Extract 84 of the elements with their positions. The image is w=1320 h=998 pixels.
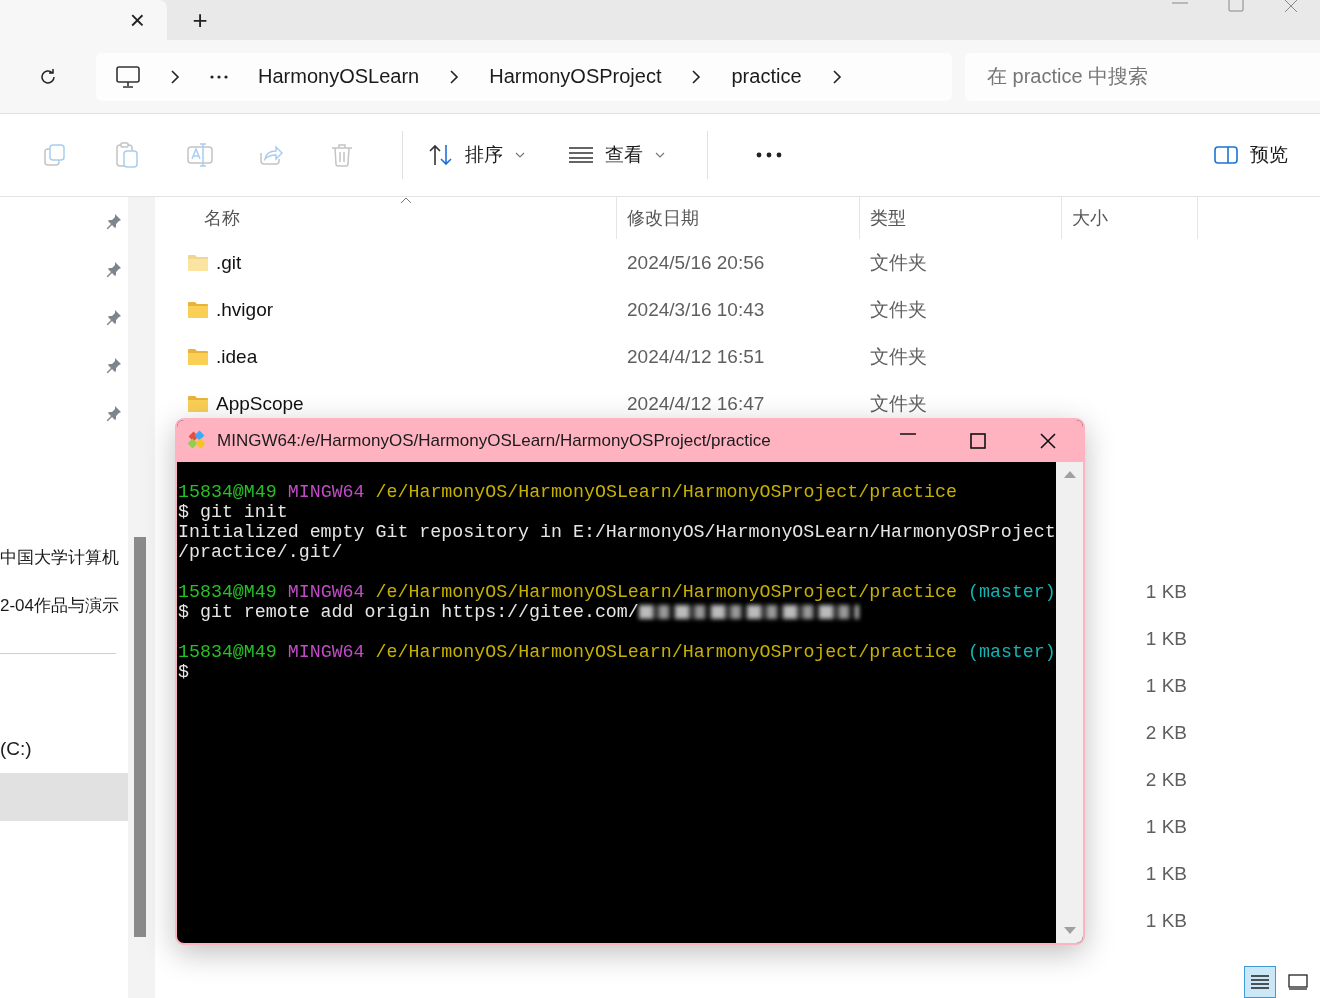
- more-icon[interactable]: [210, 74, 228, 79]
- maximize-icon[interactable]: [970, 433, 986, 449]
- terminal-text: /e/HarmonyOS/HarmonyOSLearn/HarmonyOSProject/practice: [375, 642, 957, 662]
- new-tab-button[interactable]: +: [192, 7, 208, 33]
- close-icon[interactable]: [1040, 433, 1056, 449]
- preview-button[interactable]: 预览: [1214, 142, 1288, 168]
- column-header[interactable]: 名称: [204, 206, 240, 230]
- pin-icon[interactable]: [106, 357, 122, 373]
- terminal-text: (master): [968, 582, 1056, 602]
- folder-icon: [187, 300, 209, 319]
- terminal-text: (master): [968, 642, 1056, 662]
- terminal-text: /practice/.git/: [178, 542, 343, 562]
- more-icon[interactable]: [756, 152, 782, 158]
- file-name[interactable]: AppScope: [216, 392, 304, 415]
- folder-icon: [187, 394, 209, 413]
- column-header[interactable]: 大小: [1072, 206, 1108, 230]
- table-cell: 2 KB: [1145, 721, 1187, 744]
- folder-icon: [187, 253, 209, 272]
- caret-icon: [515, 152, 525, 158]
- list-icon: [569, 147, 593, 163]
- caret-icon: [655, 152, 665, 158]
- scroll-up-icon[interactable]: [1063, 470, 1076, 478]
- details-view-button[interactable]: [1244, 966, 1276, 998]
- sort-up-icon: [400, 197, 412, 204]
- chevron-icon: [449, 68, 460, 85]
- sidebar-item[interactable]: 2-04作品与演示: [0, 593, 120, 617]
- close-tab-button[interactable]: ×: [129, 7, 145, 33]
- monitor-icon[interactable]: [116, 65, 140, 88]
- window-title: MINGW64:/e/HarmonyOS/HarmonyOSLearn/HarmonyOSProject/practice: [217, 431, 771, 451]
- folder-icon: [187, 347, 209, 366]
- window-icon: [1288, 974, 1308, 990]
- table-cell: 1 KB: [1145, 815, 1187, 838]
- file-name[interactable]: .hvigor: [216, 298, 274, 321]
- terminal-text: MINGW64: [287, 482, 365, 502]
- pin-icon[interactable]: [106, 261, 122, 277]
- chevron-icon: [691, 68, 702, 85]
- search-field[interactable]: 在 practice 中搜索: [965, 52, 1320, 101]
- table-cell: 2024/4/12 16:51: [627, 345, 765, 368]
- column-header[interactable]: 修改日期: [627, 206, 699, 230]
- table-cell-text: 文件夹: [870, 297, 927, 322]
- terminal-text: 15834@M49: [178, 582, 277, 602]
- pin-icon[interactable]: [106, 405, 122, 421]
- list-icon: [1250, 974, 1270, 990]
- terminal-text: Initialized empty Git repository in E:/HarmonyOS/HarmonyOSLearn/HarmonyOSProject: [178, 522, 1056, 542]
- terminal-text: $: [178, 662, 189, 682]
- table-cell-text: 文件夹: [870, 344, 927, 369]
- terminal-text: $ git remote add origin https://gitee.com/: [178, 602, 639, 622]
- sort-icon: [429, 144, 453, 166]
- table-cell: 1 KB: [1145, 674, 1187, 697]
- chevron-icon: [170, 68, 180, 85]
- table-cell: 2024/4/12 16:47: [627, 392, 765, 415]
- pin-icon[interactable]: [106, 309, 122, 325]
- table-cell: 2 KB: [1145, 768, 1187, 791]
- table-cell-text: 文件夹: [870, 391, 927, 416]
- panel-icon: [1214, 146, 1238, 164]
- file-name[interactable]: .idea: [216, 345, 258, 368]
- table-cell: 1 KB: [1145, 862, 1187, 885]
- table-cell: 1 KB: [1145, 580, 1187, 603]
- breadcrumb-item[interactable]: HarmonyOSProject: [489, 65, 662, 88]
- table-cell-text: 文件夹: [870, 250, 927, 275]
- terminal-text: $ git init: [178, 502, 288, 522]
- chevron-icon: [831, 68, 842, 85]
- refresh-icon[interactable]: [38, 66, 58, 87]
- column-header[interactable]: 类型: [870, 206, 906, 230]
- table-cell: 1 KB: [1145, 627, 1187, 650]
- terminal-text: MINGW64: [287, 642, 365, 662]
- terminal-text: 15834@M49: [178, 642, 277, 662]
- breadcrumb-item[interactable]: HarmonyOSLearn: [258, 65, 420, 88]
- terminal-text: MINGW64: [287, 582, 365, 602]
- pin-icon[interactable]: [106, 213, 122, 229]
- terminal-text: 15834@M49: [178, 482, 277, 502]
- table-cell: 2024/3/16 10:43: [627, 298, 765, 321]
- sidebar-item[interactable]: (C:): [0, 725, 128, 773]
- view-button[interactable]: 查看: [567, 135, 667, 175]
- table-cell: 1 KB: [1145, 909, 1187, 932]
- terminal-text: /e/HarmonyOS/HarmonyOSLearn/HarmonyOSProject/practice: [375, 582, 957, 602]
- scroll-down-icon[interactable]: [1063, 927, 1076, 935]
- scrollbar-thumb[interactable]: [134, 537, 146, 937]
- table-cell: 2024/5/16 20:56: [627, 251, 765, 274]
- breadcrumb-item[interactable]: practice: [731, 65, 802, 88]
- sidebar-item[interactable]: 中国大学计算机: [0, 545, 119, 569]
- sort-button[interactable]: 排序: [427, 135, 527, 175]
- file-name[interactable]: .git: [216, 251, 242, 274]
- terminal-text: /e/HarmonyOS/HarmonyOSLearn/HarmonyOSProject/practice: [375, 482, 957, 502]
